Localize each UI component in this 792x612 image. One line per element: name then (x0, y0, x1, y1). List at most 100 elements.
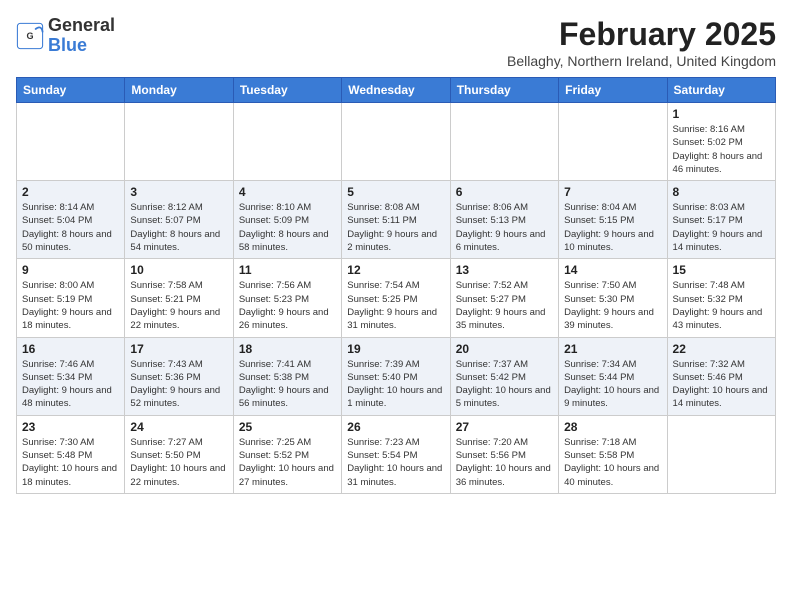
week-row-2: 2Sunrise: 8:14 AM Sunset: 5:04 PM Daylig… (17, 181, 776, 259)
day-number: 5 (347, 185, 444, 199)
day-number: 3 (130, 185, 227, 199)
day-info: Sunrise: 7:18 AM Sunset: 5:58 PM Dayligh… (564, 436, 661, 489)
day-info: Sunrise: 7:46 AM Sunset: 5:34 PM Dayligh… (22, 358, 119, 411)
day-info: Sunrise: 8:14 AM Sunset: 5:04 PM Dayligh… (22, 201, 119, 254)
day-info: Sunrise: 8:12 AM Sunset: 5:07 PM Dayligh… (130, 201, 227, 254)
day-number: 24 (130, 420, 227, 434)
day-number: 8 (673, 185, 770, 199)
day-cell: 19 Sunrise: 7:39 AM Sunset: 5:40 PM Dayli… (342, 337, 450, 415)
day-info: Sunrise: 8:08 AM Sunset: 5:11 PM Dayligh… (347, 201, 444, 254)
day-info: Sunrise: 7:34 AM Sunset: 5:44 PM Dayligh… (564, 358, 661, 411)
day-info: Sunrise: 7:50 AM Sunset: 5:30 PM Dayligh… (564, 279, 661, 332)
header-cell-tuesday: Tuesday (233, 78, 341, 103)
location: Bellaghy, Northern Ireland, United Kingd… (507, 53, 776, 69)
day-number: 18 (239, 342, 336, 356)
day-cell: 9 Sunrise: 8:00 AM Sunset: 5:19 PM Daylig… (17, 259, 125, 337)
day-cell: 11Sunrise: 7:56 AM Sunset: 5:23 PM Dayli… (233, 259, 341, 337)
day-info: Sunrise: 8:04 AM Sunset: 5:15 PM Dayligh… (564, 201, 661, 254)
day-number: 14 (564, 263, 661, 277)
day-number: 6 (456, 185, 553, 199)
header-cell-monday: Monday (125, 78, 233, 103)
logo-icon: G (16, 22, 44, 50)
day-number: 10 (130, 263, 227, 277)
day-cell: 26 Sunrise: 7:23 AM Sunset: 5:54 PM Dayli… (342, 415, 450, 493)
header-cell-thursday: Thursday (450, 78, 558, 103)
day-info: Sunrise: 7:37 AM Sunset: 5:42 PM Dayligh… (456, 358, 553, 411)
day-number: 20 (456, 342, 553, 356)
day-number: 22 (673, 342, 770, 356)
day-info: Sunrise: 7:25 AM Sunset: 5:52 PM Dayligh… (239, 436, 336, 489)
day-cell: 17 Sunrise: 7:43 AM Sunset: 5:36 PM Dayli… (125, 337, 233, 415)
week-row-1: 1Sunrise: 8:16 AM Sunset: 5:02 PM Daylig… (17, 103, 776, 181)
day-info: Sunrise: 8:03 AM Sunset: 5:17 PM Dayligh… (673, 201, 770, 254)
day-cell: 22 Sunrise: 7:32 AM Sunset: 5:46 PM Dayli… (667, 337, 775, 415)
day-number: 25 (239, 420, 336, 434)
day-cell (667, 415, 775, 493)
day-cell: 20 Sunrise: 7:37 AM Sunset: 5:42 PM Dayli… (450, 337, 558, 415)
day-number: 7 (564, 185, 661, 199)
day-cell: 6 Sunrise: 8:06 AM Sunset: 5:13 PM Daylig… (450, 181, 558, 259)
day-cell: 7 Sunrise: 8:04 AM Sunset: 5:15 PM Daylig… (559, 181, 667, 259)
day-info: Sunrise: 7:32 AM Sunset: 5:46 PM Dayligh… (673, 358, 770, 411)
day-cell: 1Sunrise: 8:16 AM Sunset: 5:02 PM Daylig… (667, 103, 775, 181)
svg-text:G: G (26, 31, 33, 41)
day-number: 26 (347, 420, 444, 434)
header-cell-wednesday: Wednesday (342, 78, 450, 103)
day-info: Sunrise: 7:41 AM Sunset: 5:38 PM Dayligh… (239, 358, 336, 411)
day-info: Sunrise: 7:54 AM Sunset: 5:25 PM Dayligh… (347, 279, 444, 332)
day-info: Sunrise: 8:06 AM Sunset: 5:13 PM Dayligh… (456, 201, 553, 254)
day-cell: 4 Sunrise: 8:10 AM Sunset: 5:09 PM Daylig… (233, 181, 341, 259)
day-cell: 12Sunrise: 7:54 AM Sunset: 5:25 PM Dayli… (342, 259, 450, 337)
day-cell: 21 Sunrise: 7:34 AM Sunset: 5:44 PM Dayli… (559, 337, 667, 415)
day-cell: 2Sunrise: 8:14 AM Sunset: 5:04 PM Daylig… (17, 181, 125, 259)
day-cell (233, 103, 341, 181)
day-info: Sunrise: 7:30 AM Sunset: 5:48 PM Dayligh… (22, 436, 119, 489)
day-cell (17, 103, 125, 181)
day-info: Sunrise: 7:39 AM Sunset: 5:40 PM Dayligh… (347, 358, 444, 411)
header-cell-friday: Friday (559, 78, 667, 103)
day-cell: 23 Sunrise: 7:30 AM Sunset: 5:48 PM Dayli… (17, 415, 125, 493)
header-cell-sunday: Sunday (17, 78, 125, 103)
day-info: Sunrise: 7:27 AM Sunset: 5:50 PM Dayligh… (130, 436, 227, 489)
day-number: 17 (130, 342, 227, 356)
day-cell: 15 Sunrise: 7:48 AM Sunset: 5:32 PM Dayli… (667, 259, 775, 337)
day-cell: 28 Sunrise: 7:18 AM Sunset: 5:58 PM Dayli… (559, 415, 667, 493)
day-number: 19 (347, 342, 444, 356)
title-area: February 2025 Bellaghy, Northern Ireland… (507, 16, 776, 69)
day-info: Sunrise: 8:00 AM Sunset: 5:19 PM Dayligh… (22, 279, 119, 332)
day-number: 28 (564, 420, 661, 434)
day-info: Sunrise: 7:43 AM Sunset: 5:36 PM Dayligh… (130, 358, 227, 411)
day-cell: 5 Sunrise: 8:08 AM Sunset: 5:11 PM Daylig… (342, 181, 450, 259)
day-info: Sunrise: 7:23 AM Sunset: 5:54 PM Dayligh… (347, 436, 444, 489)
day-number: 9 (22, 263, 119, 277)
day-cell (125, 103, 233, 181)
month-title: February 2025 (507, 16, 776, 53)
calendar-body: 1Sunrise: 8:16 AM Sunset: 5:02 PM Daylig… (17, 103, 776, 494)
day-number: 4 (239, 185, 336, 199)
day-cell (342, 103, 450, 181)
day-cell (450, 103, 558, 181)
day-cell: 18 Sunrise: 7:41 AM Sunset: 5:38 PM Dayli… (233, 337, 341, 415)
day-number: 21 (564, 342, 661, 356)
day-number: 16 (22, 342, 119, 356)
week-row-4: 16 Sunrise: 7:46 AM Sunset: 5:34 PM Dayli… (17, 337, 776, 415)
day-number: 11 (239, 263, 336, 277)
day-number: 15 (673, 263, 770, 277)
day-info: Sunrise: 7:20 AM Sunset: 5:56 PM Dayligh… (456, 436, 553, 489)
day-info: Sunrise: 8:10 AM Sunset: 5:09 PM Dayligh… (239, 201, 336, 254)
day-info: Sunrise: 8:16 AM Sunset: 5:02 PM Dayligh… (673, 123, 770, 176)
day-cell: 8 Sunrise: 8:03 AM Sunset: 5:17 PM Daylig… (667, 181, 775, 259)
day-cell: 3 Sunrise: 8:12 AM Sunset: 5:07 PM Daylig… (125, 181, 233, 259)
day-info: Sunrise: 7:48 AM Sunset: 5:32 PM Dayligh… (673, 279, 770, 332)
header-row: SundayMondayTuesdayWednesdayThursdayFrid… (17, 78, 776, 103)
week-row-3: 9 Sunrise: 8:00 AM Sunset: 5:19 PM Daylig… (17, 259, 776, 337)
day-number: 23 (22, 420, 119, 434)
day-cell (559, 103, 667, 181)
day-cell: 10 Sunrise: 7:58 AM Sunset: 5:21 PM Dayli… (125, 259, 233, 337)
logo: G General Blue (16, 16, 115, 56)
day-cell: 27 Sunrise: 7:20 AM Sunset: 5:56 PM Dayli… (450, 415, 558, 493)
day-cell: 13Sunrise: 7:52 AM Sunset: 5:27 PM Dayli… (450, 259, 558, 337)
day-number: 27 (456, 420, 553, 434)
calendar-header: SundayMondayTuesdayWednesdayThursdayFrid… (17, 78, 776, 103)
day-info: Sunrise: 7:58 AM Sunset: 5:21 PM Dayligh… (130, 279, 227, 332)
